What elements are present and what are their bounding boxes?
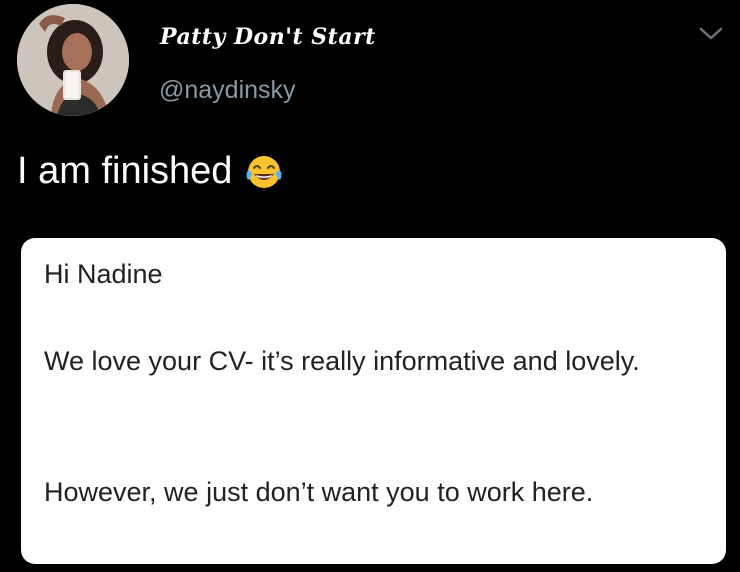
tweet-text: I am finished bbox=[17, 150, 233, 192]
avatar-image bbox=[17, 4, 129, 116]
tweet-text-row: I am finished bbox=[17, 150, 284, 193]
avatar[interactable] bbox=[17, 4, 129, 116]
tweet: Patty Don't Start @naydinsky I am finish… bbox=[0, 0, 740, 572]
email-paragraph-2: However, we just don’t want you to work … bbox=[44, 477, 594, 507]
email-paragraph-1: We love your CV- it’s really informative… bbox=[44, 346, 640, 376]
author-handle[interactable]: @naydinsky bbox=[159, 76, 296, 105]
email-screenshot-card[interactable]: Hi Nadine We love your CV- it’s really i… bbox=[21, 238, 726, 564]
face-with-tears-of-joy-icon bbox=[244, 152, 284, 192]
email-greeting: Hi Nadine bbox=[44, 259, 163, 289]
chevron-down-icon[interactable] bbox=[698, 24, 724, 44]
author-display-name[interactable]: Patty Don't Start bbox=[160, 24, 376, 50]
